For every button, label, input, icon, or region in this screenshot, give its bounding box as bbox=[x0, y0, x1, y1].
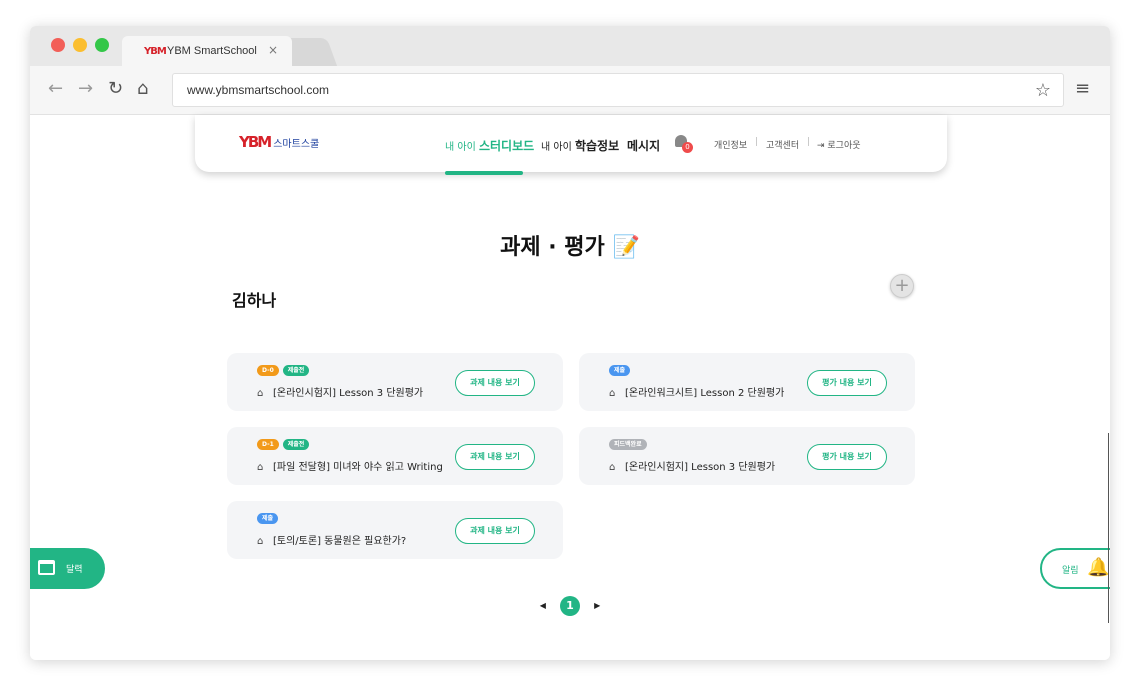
page-title-text: 과제 · 평가 bbox=[500, 235, 605, 260]
site-header: YBM 스마트스쿨 내 아이 스터디보드 내 아이 학습정보 메시지 0 개인정… bbox=[195, 115, 947, 175]
assignment-title: ⌂ [토의/토론] 동물원은 필요한가? bbox=[257, 536, 407, 547]
badge-group: D-1 제출전 bbox=[257, 439, 310, 450]
school-icon: ⌂ bbox=[609, 388, 616, 399]
page-content: YBM 스마트스쿨 내 아이 스터디보드 내 아이 학습정보 메시지 0 개인정… bbox=[30, 115, 1110, 660]
url-text[interactable]: www.ybmsmartschool.com bbox=[187, 83, 329, 97]
current-page-button[interactable]: 1 bbox=[560, 595, 580, 616]
logout-link[interactable]: ⇥ 로그아웃 bbox=[817, 138, 861, 151]
status-badge: 제출 bbox=[609, 365, 631, 376]
view-evaluation-button[interactable]: 평가 내용 보기 bbox=[807, 370, 887, 396]
browser-tab[interactable]: YBM YBM SmartSchool × bbox=[122, 36, 292, 66]
nav-study-info[interactable]: 내 아이 학습정보 bbox=[541, 137, 619, 154]
assignment-title: ⌂ [온라인시험지] Lesson 3 단원평가 bbox=[257, 388, 424, 399]
logo-text: 스마트스쿨 bbox=[273, 139, 320, 150]
assignment-card: D-0 제출전 ⌂ [온라인시험지] Lesson 3 단원평가 과제 내용 보기 bbox=[227, 353, 563, 411]
calendar-icon bbox=[38, 560, 55, 575]
divider: | bbox=[807, 137, 811, 147]
logout-label: 로그아웃 bbox=[827, 141, 861, 151]
assignment-title: ⌂ [온라인시험지] Lesson 3 단원평가 bbox=[609, 462, 776, 473]
tab-close-icon[interactable]: × bbox=[268, 43, 278, 57]
hamburger-menu-icon[interactable]: ≡ bbox=[1075, 78, 1090, 99]
prev-page-icon[interactable]: ◀ bbox=[540, 601, 546, 610]
school-icon: ⌂ bbox=[609, 462, 616, 473]
nav-study-board-label: 스터디보드 bbox=[478, 139, 535, 153]
close-window-button[interactable] bbox=[51, 38, 65, 52]
browser-window: YBM YBM SmartSchool × ← → ↻ ⌂ www.ybmsma… bbox=[30, 26, 1110, 660]
maximize-window-button[interactable] bbox=[95, 38, 109, 52]
view-evaluation-button[interactable]: 평가 내용 보기 bbox=[807, 444, 887, 470]
personal-info-link[interactable]: 개인정보 bbox=[714, 138, 747, 151]
alarm-label: 알림 bbox=[1062, 566, 1079, 576]
reload-icon[interactable]: ↻ bbox=[108, 79, 123, 99]
student-name: 김하나 bbox=[232, 291, 277, 310]
next-page-icon[interactable]: ▶ bbox=[594, 601, 600, 610]
badge-group: D-0 제출전 bbox=[257, 365, 310, 376]
assignment-card: 제출 ⌂ [온라인워크시트] Lesson 2 단원평가 평가 내용 보기 bbox=[579, 353, 915, 411]
address-bar[interactable]: www.ybmsmartschool.com ☆ bbox=[172, 73, 1064, 107]
badge-group: 제출 bbox=[257, 513, 279, 524]
nav-study-info-label: 학습정보 bbox=[574, 139, 620, 153]
calendar-label: 달력 bbox=[66, 565, 83, 575]
due-badge: D-1 bbox=[257, 439, 279, 450]
forward-arrow-icon[interactable]: → bbox=[78, 79, 93, 99]
logout-icon: ⇥ bbox=[817, 141, 828, 151]
due-badge: D-0 bbox=[257, 365, 279, 376]
logo-mark: YBM bbox=[239, 133, 272, 151]
assignment-card: 피드백완료 ⌂ [온라인시험지] Lesson 3 단원평가 평가 내용 보기 bbox=[579, 427, 915, 485]
nav-message-label: 메시지 bbox=[627, 139, 661, 153]
nav-study-board[interactable]: 내 아이 스터디보드 bbox=[445, 137, 534, 154]
tab-title: YBM SmartSchool bbox=[167, 45, 257, 57]
assignment-title: ⌂ [온라인워크시트] Lesson 2 단원평가 bbox=[609, 388, 785, 399]
school-icon: ⌂ bbox=[257, 536, 264, 547]
calendar-button[interactable]: 달력 bbox=[30, 548, 105, 589]
notification-count-badge: 0 bbox=[682, 142, 693, 153]
browser-toolbar: ← → ↻ ⌂ www.ybmsmartschool.com ☆ ≡ bbox=[30, 66, 1110, 115]
back-arrow-icon[interactable]: ← bbox=[48, 79, 63, 99]
status-badge: 제출전 bbox=[282, 439, 310, 450]
divider: | bbox=[755, 137, 759, 147]
view-assignment-button[interactable]: 과제 내용 보기 bbox=[455, 444, 535, 470]
nav-message[interactable]: 메시지 bbox=[627, 137, 660, 154]
tab-favicon-icon: YBM bbox=[144, 46, 166, 57]
badge-group: 피드백완료 bbox=[609, 439, 647, 450]
view-assignment-button[interactable]: 과제 내용 보기 bbox=[455, 370, 535, 396]
status-badge: 제출 bbox=[257, 513, 279, 524]
page-title: 과제 · 평가 📝 bbox=[30, 229, 1110, 261]
alarm-button[interactable]: 알림 🔔 bbox=[1040, 548, 1110, 589]
notebook-icon: 📝 bbox=[612, 235, 640, 260]
nav-study-info-prefix: 내 아이 bbox=[541, 142, 572, 153]
star-icon[interactable]: ☆ bbox=[1035, 80, 1051, 101]
assignment-card: 제출 ⌂ [토의/토론] 동물원은 필요한가? 과제 내용 보기 bbox=[227, 501, 563, 559]
assignment-card: D-1 제출전 ⌂ [파일 전달형] 미녀와 야수 읽고 Writing 과제 내… bbox=[227, 427, 563, 485]
school-icon: ⌂ bbox=[257, 388, 264, 399]
status-badge: 제출전 bbox=[282, 365, 310, 376]
customer-center-link[interactable]: 고객센터 bbox=[766, 138, 799, 151]
school-icon: ⌂ bbox=[257, 462, 264, 473]
active-nav-indicator bbox=[445, 171, 523, 175]
add-button[interactable]: + bbox=[890, 274, 914, 298]
title-bar: YBM YBM SmartSchool × bbox=[30, 26, 1110, 66]
pagination: ◀ 1 ▶ bbox=[30, 595, 1110, 616]
status-badge: 피드백완료 bbox=[609, 439, 647, 450]
alarm-bell-icon: 🔔 bbox=[1087, 557, 1110, 578]
scrollbar[interactable] bbox=[1108, 433, 1109, 623]
view-assignment-button[interactable]: 과제 내용 보기 bbox=[455, 518, 535, 544]
home-icon[interactable]: ⌂ bbox=[137, 79, 148, 99]
site-logo[interactable]: YBM 스마트스쿨 bbox=[239, 133, 319, 151]
assignment-title: ⌂ [파일 전달형] 미녀와 야수 읽고 Writing bbox=[257, 462, 443, 473]
minimize-window-button[interactable] bbox=[73, 38, 87, 52]
badge-group: 제출 bbox=[609, 365, 631, 376]
nav-study-board-prefix: 내 아이 bbox=[445, 142, 476, 153]
